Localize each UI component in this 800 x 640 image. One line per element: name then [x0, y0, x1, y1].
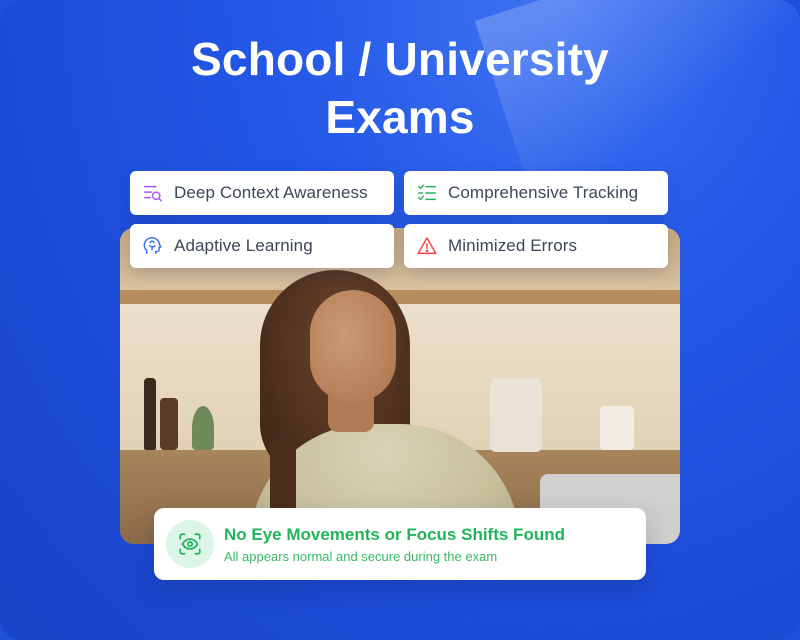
eye-scan-icon [179, 533, 201, 555]
status-notice: No Eye Movements or Focus Shifts Found A… [154, 508, 646, 580]
title-line-2: Exams [325, 91, 475, 143]
feature-label: Comprehensive Tracking [448, 183, 639, 202]
page-title: School / University Exams [0, 30, 800, 146]
feature-label: Adaptive Learning [174, 236, 313, 255]
feature-chip-tracking: Comprehensive Tracking [404, 171, 668, 215]
checklist-icon [418, 184, 436, 201]
feature-chip-adaptive-learning: Adaptive Learning [130, 224, 394, 268]
list-search-icon [144, 185, 162, 202]
notice-headline: No Eye Movements or Focus Shifts Found [224, 524, 565, 544]
brain-head-icon [143, 237, 162, 255]
warning-triangle-icon [417, 237, 437, 255]
student-photo [120, 228, 680, 544]
feature-chip-minimized-errors: Minimized Errors [404, 224, 668, 268]
feature-label: Minimized Errors [448, 236, 578, 255]
notice-subtext: All appears normal and secure during the… [224, 548, 498, 564]
feature-chip-context-awareness: Deep Context Awareness [130, 171, 394, 215]
title-line-1: School / University [191, 33, 609, 85]
exam-feature-card: School / University Exams Deep Context A… [0, 0, 800, 640]
eye-icon-badge [166, 520, 214, 568]
feature-label: Deep Context Awareness [174, 183, 368, 202]
